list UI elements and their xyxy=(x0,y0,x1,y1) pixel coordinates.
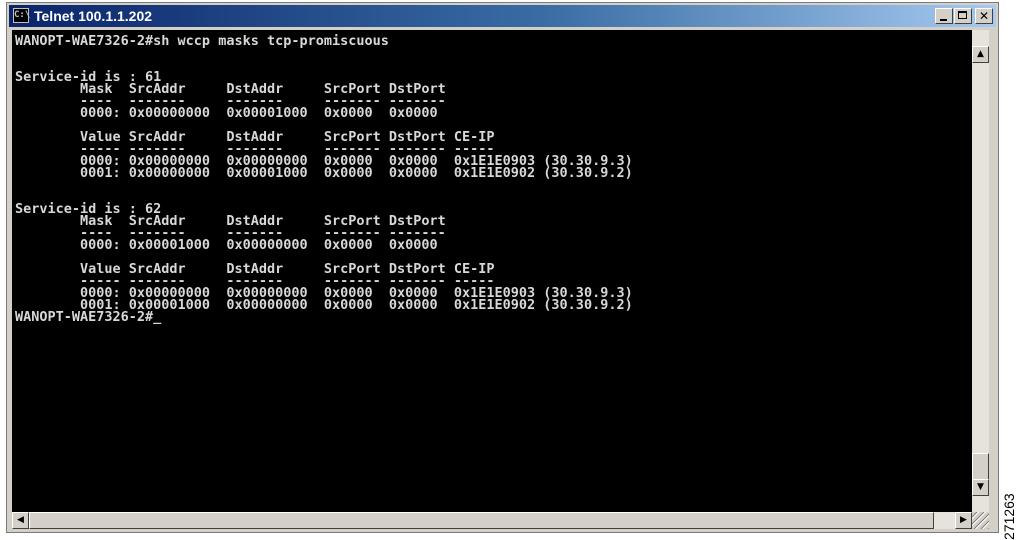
arrow-right-icon: ▶ xyxy=(960,515,967,525)
resize-grip[interactable] xyxy=(972,512,989,529)
scroll-up-button[interactable]: ▲ xyxy=(972,46,989,63)
vertical-scrollbar[interactable]: ▲ ▼ xyxy=(972,30,989,512)
maximize-icon xyxy=(958,11,967,19)
close-button[interactable]: ✕ xyxy=(975,8,993,24)
minimize-button[interactable] xyxy=(935,8,953,24)
title-bar[interactable]: C:\ Telnet 100.1.1.202 ✕ xyxy=(9,5,996,27)
scroll-down-button[interactable]: ▼ xyxy=(972,479,989,496)
terminal-output: WANOPT-WAE7326-2#sh wccp masks tcp-promi… xyxy=(15,33,633,325)
maximize-button[interactable] xyxy=(954,8,972,24)
terminal-console[interactable]: WANOPT-WAE7326-2#sh wccp masks tcp-promi… xyxy=(12,30,972,512)
horizontal-scrollbar[interactable]: ◀ ▶ xyxy=(12,512,972,529)
close-icon: ✕ xyxy=(978,9,990,23)
arrow-left-icon: ◀ xyxy=(17,515,24,525)
console-icon[interactable]: C:\ xyxy=(13,8,30,23)
horizontal-scroll-thumb[interactable] xyxy=(29,512,934,529)
telnet-window: C:\ Telnet 100.1.1.202 ✕ WANOPT-WAE7326-… xyxy=(6,2,999,533)
scroll-left-button[interactable]: ◀ xyxy=(12,512,29,529)
arrow-up-icon: ▲ xyxy=(977,49,984,59)
window-title: Telnet 100.1.1.202 xyxy=(34,8,153,24)
vertical-scroll-thumb[interactable] xyxy=(972,453,989,480)
window-controls: ✕ xyxy=(934,8,993,24)
figure-id: 271263 xyxy=(1001,493,1017,540)
minimize-icon xyxy=(940,19,947,21)
scroll-right-button[interactable]: ▶ xyxy=(955,512,972,529)
arrow-down-icon: ▼ xyxy=(977,482,984,492)
